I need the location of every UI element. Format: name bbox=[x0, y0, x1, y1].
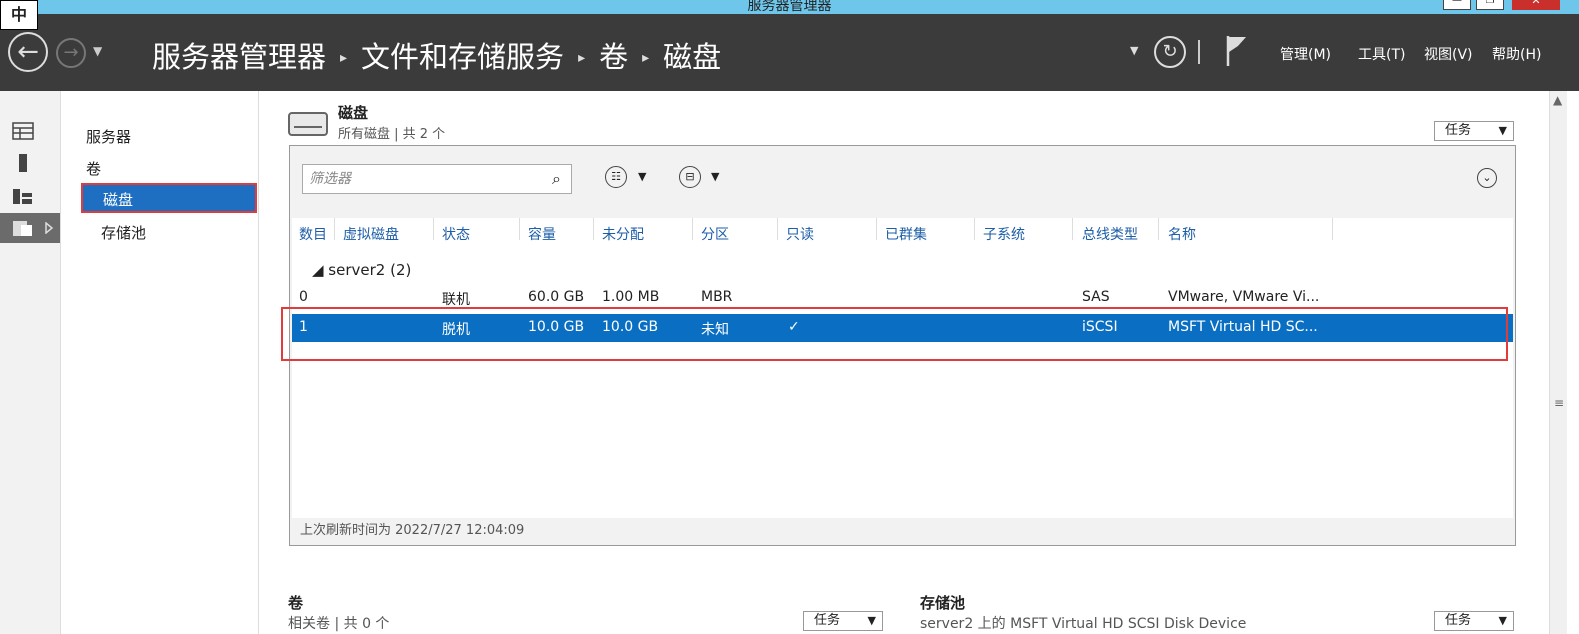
menu-tools[interactable]: 工具(T) bbox=[1358, 44, 1405, 64]
window-title-bar: 服务器管理器 — ❐ ✕ bbox=[0, 0, 1579, 14]
local-server-icon[interactable] bbox=[12, 153, 34, 173]
cell-number: 0 bbox=[299, 289, 308, 305]
cell-bus-type: SAS bbox=[1082, 289, 1110, 305]
column-header-bus-type[interactable]: 总线类型 bbox=[1082, 224, 1138, 244]
disk-table bbox=[292, 218, 1513, 518]
tasks-label: 任务 bbox=[1445, 123, 1472, 138]
save-query-dropdown-icon[interactable]: ▼ bbox=[711, 170, 719, 183]
cell-capacity: 60.0 GB bbox=[528, 289, 585, 305]
file-storage-services-nav-selected[interactable] bbox=[0, 213, 60, 243]
menu-view[interactable]: 视图(V) bbox=[1424, 44, 1473, 64]
scroll-up-icon[interactable]: ▲ bbox=[1553, 93, 1562, 107]
column-header-capacity[interactable]: 容量 bbox=[528, 224, 556, 244]
column-divider bbox=[519, 218, 520, 240]
breadcrumb: 服务器管理器 ▸ 文件和存储服务 ▸ 卷 ▸ 磁盘 bbox=[152, 34, 721, 76]
scroll-grip-icon[interactable]: ≡ bbox=[1554, 396, 1564, 410]
storage-pool-tasks-button[interactable]: 任务 ▼ bbox=[1434, 611, 1514, 631]
column-header-subsystem[interactable]: 子系统 bbox=[983, 224, 1025, 244]
section-subtitle: 所有磁盘 | 共 2 个 bbox=[338, 127, 446, 142]
column-header-read-only[interactable]: 只读 bbox=[786, 224, 814, 244]
history-dropdown-icon[interactable]: ▼ bbox=[93, 44, 102, 58]
volumes-tasks-button[interactable]: 任务 ▼ bbox=[803, 611, 883, 631]
header-bar: ← → ▼ 服务器管理器 ▸ 文件和存储服务 ▸ 卷 ▸ 磁盘 ▼ ↻ 管理(M) 工具(T… bbox=[0, 14, 1579, 91]
ime-indicator[interactable]: 中 bbox=[0, 0, 38, 30]
header-dropdown-icon[interactable]: ▼ bbox=[1130, 44, 1138, 57]
column-divider bbox=[692, 218, 693, 240]
breadcrumb-separator-icon: ▸ bbox=[340, 50, 348, 66]
search-icon[interactable]: ⌕ bbox=[552, 165, 561, 193]
disk-drive-icon bbox=[288, 112, 328, 136]
tasks-dropdown-icon: ▼ bbox=[1498, 124, 1507, 137]
maximize-button[interactable]: ❐ bbox=[1476, 0, 1504, 10]
menu-manage[interactable]: 管理(M) bbox=[1280, 44, 1331, 64]
tasks-dropdown-icon: ▼ bbox=[867, 614, 876, 627]
column-header-status[interactable]: 状态 bbox=[442, 224, 470, 244]
vertical-scrollbar[interactable]: ▲ ≡ bbox=[1549, 91, 1567, 634]
cell-name: VMware, VMware Vi... bbox=[1168, 289, 1320, 305]
section-title: 磁盘 bbox=[338, 104, 369, 122]
filter-placeholder: 筛选器 bbox=[309, 171, 351, 187]
all-servers-icon[interactable] bbox=[12, 185, 34, 205]
column-divider bbox=[1072, 218, 1073, 240]
navigation-tree: 服务器 卷 磁盘 存储池 bbox=[62, 91, 259, 634]
column-header-number[interactable]: 数目 bbox=[299, 224, 327, 244]
forward-button[interactable]: → bbox=[56, 38, 86, 68]
minimize-button[interactable]: — bbox=[1443, 0, 1471, 10]
row-highlight-box bbox=[281, 307, 1508, 361]
file-storage-icon bbox=[13, 221, 32, 236]
column-divider bbox=[1158, 218, 1159, 240]
group-header-server2[interactable]: ◢ server2 (2) bbox=[312, 261, 411, 279]
back-button[interactable]: ← bbox=[8, 32, 48, 72]
column-divider bbox=[433, 218, 434, 240]
column-divider bbox=[876, 218, 877, 240]
breadcrumb-item-server-manager[interactable]: 服务器管理器 bbox=[152, 40, 326, 74]
left-icon-nav bbox=[0, 91, 61, 634]
breadcrumb-separator-icon: ▸ bbox=[642, 50, 650, 66]
tasks-label: 任务 bbox=[1445, 613, 1472, 628]
close-button[interactable]: ✕ bbox=[1512, 0, 1560, 10]
filter-input[interactable]: 筛选器 ⌕ bbox=[302, 164, 572, 194]
column-header-partition[interactable]: 分区 bbox=[701, 224, 729, 244]
column-divider bbox=[593, 218, 594, 240]
storage-pool-section-title: 存储池 bbox=[920, 594, 966, 612]
column-header-name[interactable]: 名称 bbox=[1168, 224, 1196, 244]
refresh-button[interactable]: ↻ bbox=[1154, 36, 1186, 68]
expand-arrow-icon[interactable] bbox=[44, 222, 54, 234]
breadcrumb-item-file-storage[interactable]: 文件和存储服务 bbox=[361, 40, 564, 74]
tasks-dropdown-icon: ▼ bbox=[1498, 614, 1507, 627]
cell-status: 联机 bbox=[442, 292, 470, 308]
header-divider bbox=[1198, 40, 1200, 64]
cell-partition: MBR bbox=[701, 289, 733, 305]
storage-pool-section-subtitle: server2 上的 MSFT Virtual HD SCSI Disk Dev… bbox=[920, 616, 1247, 632]
menu-help[interactable]: 帮助(H) bbox=[1492, 44, 1541, 64]
volumes-section-subtitle: 相关卷 | 共 0 个 bbox=[288, 616, 390, 632]
column-divider bbox=[1332, 218, 1333, 240]
tree-item-volumes[interactable]: 卷 bbox=[86, 158, 101, 179]
tasks-label: 任务 bbox=[814, 613, 841, 628]
view-options-dropdown-icon[interactable]: ▼ bbox=[638, 170, 646, 183]
column-divider bbox=[974, 218, 975, 240]
save-query-icon[interactable]: ⊟ bbox=[679, 166, 701, 188]
view-options-icon[interactable]: ☷ bbox=[605, 166, 627, 188]
tree-item-servers[interactable]: 服务器 bbox=[86, 126, 131, 147]
expand-collapse-icon[interactable]: ⌄ bbox=[1477, 168, 1497, 188]
tree-item-disks-selected[interactable]: 磁盘 bbox=[81, 183, 257, 213]
breadcrumb-item-volumes[interactable]: 卷 bbox=[599, 40, 628, 74]
column-header-unallocated[interactable]: 未分配 bbox=[602, 224, 644, 244]
window-title: 服务器管理器 bbox=[747, 0, 832, 14]
column-divider bbox=[334, 218, 335, 240]
column-header-virtual-disk[interactable]: 虚拟磁盘 bbox=[343, 224, 399, 244]
dashboard-icon[interactable] bbox=[12, 121, 34, 141]
notifications-flag-icon[interactable] bbox=[1224, 34, 1250, 68]
breadcrumb-separator-icon: ▸ bbox=[578, 50, 586, 66]
tree-item-storage-pools[interactable]: 存储池 bbox=[101, 222, 146, 243]
volumes-section-title: 卷 bbox=[288, 594, 304, 612]
column-divider bbox=[777, 218, 778, 240]
disks-tasks-button[interactable]: 任务 ▼ bbox=[1434, 121, 1514, 141]
breadcrumb-item-disks: 磁盘 bbox=[663, 40, 722, 74]
cell-unallocated: 1.00 MB bbox=[602, 289, 660, 305]
last-refresh-status: 上次刷新时间为 2022/7/27 12:04:09 bbox=[292, 519, 1513, 543]
column-header-clustered[interactable]: 已群集 bbox=[885, 224, 927, 244]
